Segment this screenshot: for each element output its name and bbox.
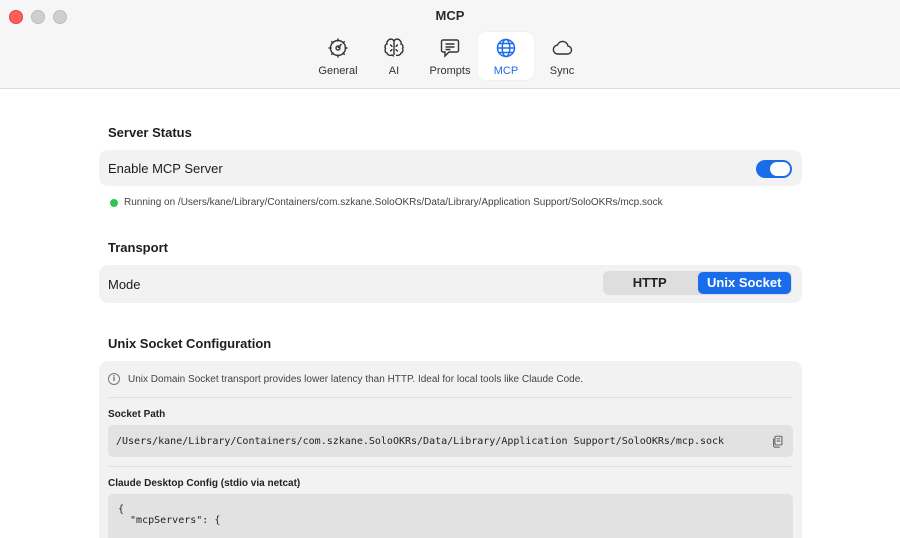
preferences-window: MCP General AI Prompts MCP Sync Server S… <box>0 0 900 538</box>
tab-prompts-label: Prompts <box>429 65 471 77</box>
window-title: MCP <box>435 8 465 23</box>
tab-mcp[interactable]: MCP <box>478 32 534 80</box>
enable-server-toggle[interactable] <box>756 160 792 178</box>
tab-mcp-label: MCP <box>493 65 519 77</box>
speech-bubble-icon <box>440 39 460 58</box>
transport-option-http[interactable]: HTTP <box>603 271 697 295</box>
code-line: "mcpServers": { <box>118 515 221 526</box>
tab-general-label: General <box>318 65 358 77</box>
mcp-settings-pane: Server Status Enable MCP Server Running … <box>0 89 900 538</box>
unix-socket-config-heading: Unix Socket Configuration <box>108 336 272 351</box>
copy-icon[interactable] <box>771 434 785 448</box>
tab-ai-label: AI <box>388 65 400 77</box>
globe-icon <box>496 38 516 58</box>
status-indicator-dot <box>110 198 118 207</box>
preferences-toolbar: General AI Prompts MCP Sync <box>310 32 590 80</box>
enable-server-row: Enable MCP Server <box>99 150 802 186</box>
info-icon: i <box>108 373 120 385</box>
server-status-line: Running on /Users/kane/Library/Container… <box>110 197 663 208</box>
enable-server-label: Enable MCP Server <box>108 161 223 176</box>
tab-sync[interactable]: Sync <box>534 32 590 80</box>
titlebar: MCP General AI Prompts MCP Sync <box>0 0 900 89</box>
transport-mode-label: Mode <box>108 277 141 292</box>
cloud-icon <box>552 40 573 55</box>
brain-icon <box>384 38 404 57</box>
code-line: { <box>118 504 125 515</box>
claude-config-label: Claude Desktop Config (stdio via netcat) <box>108 478 301 489</box>
server-status-heading: Server Status <box>108 125 192 140</box>
transport-option-unix-socket[interactable]: Unix Socket <box>697 272 791 294</box>
divider <box>108 466 793 467</box>
unix-socket-config-card: i Unix Domain Socket transport provides … <box>99 361 802 538</box>
socket-path-value: /Users/kane/Library/Containers/com.szkan… <box>116 436 725 447</box>
transport-mode-row: Mode HTTP Unix Socket <box>99 265 802 303</box>
tab-general[interactable]: General <box>310 32 366 80</box>
socket-path-label: Socket Path <box>108 409 166 420</box>
tab-ai[interactable]: AI <box>366 32 422 80</box>
claude-config-code-block[interactable]: { "mcpServers": { <box>108 494 793 538</box>
unix-socket-info: i Unix Domain Socket transport provides … <box>108 373 583 385</box>
server-status-text: Running on /Users/kane/Library/Container… <box>124 197 663 208</box>
claude-config-code: { "mcpServers": { <box>118 504 220 526</box>
transport-mode-segmented-control: HTTP Unix Socket <box>603 271 792 295</box>
socket-path-field[interactable]: /Users/kane/Library/Containers/com.szkan… <box>108 425 793 457</box>
tab-prompts[interactable]: Prompts <box>422 32 478 80</box>
tab-sync-label: Sync <box>549 65 575 77</box>
gear-icon <box>328 38 348 58</box>
transport-heading: Transport <box>108 240 168 255</box>
unix-socket-info-text: Unix Domain Socket transport provides lo… <box>128 373 584 385</box>
divider <box>108 397 793 398</box>
